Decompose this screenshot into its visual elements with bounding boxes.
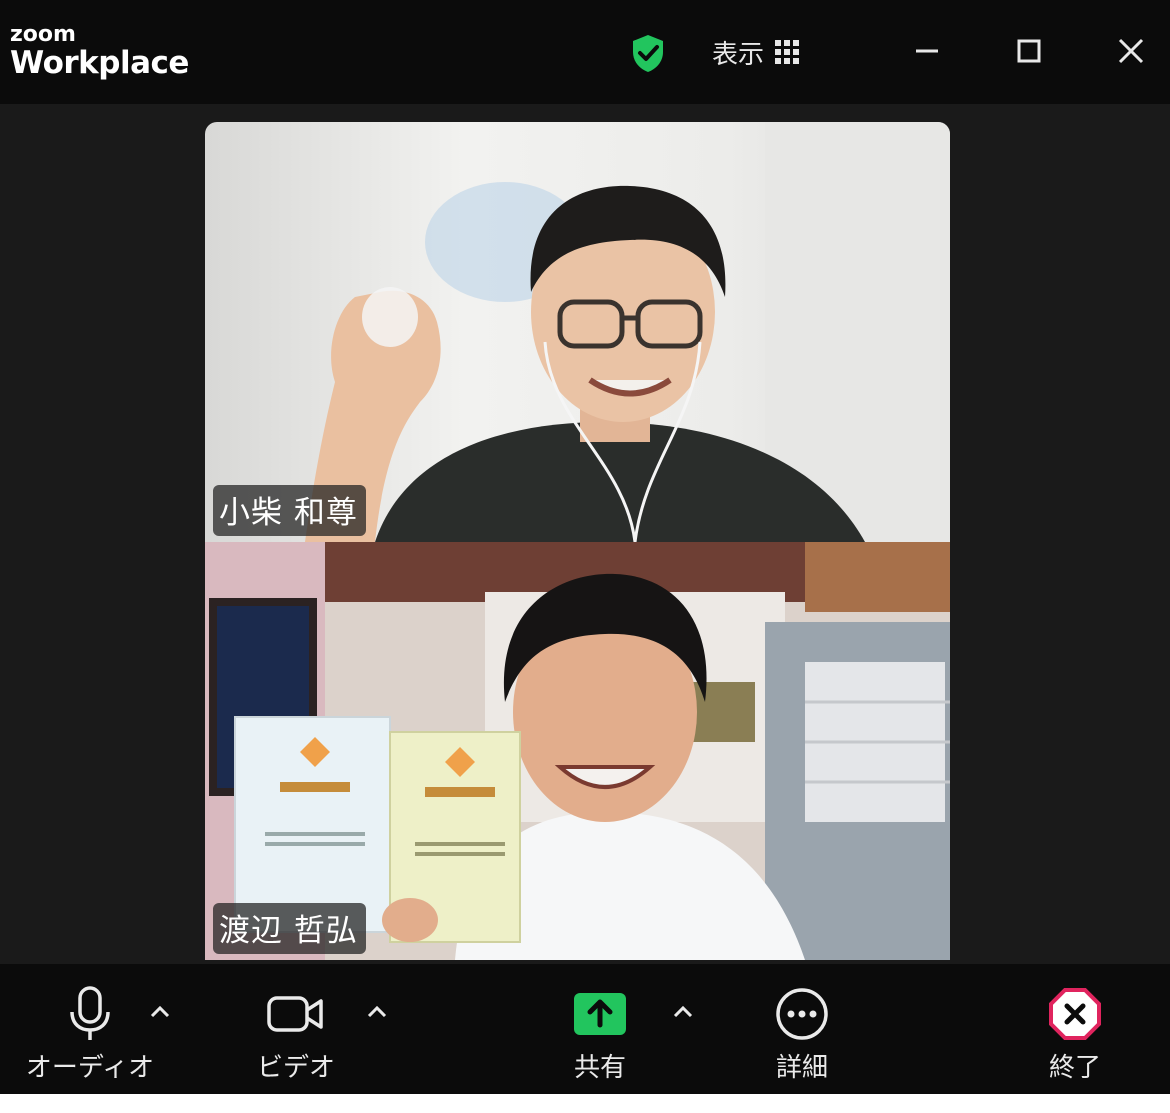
video-camera-icon xyxy=(267,995,323,1032)
share-screen-icon xyxy=(574,992,626,1035)
logo-workplace-text: Workplace xyxy=(10,45,189,81)
participant-video-feed xyxy=(205,122,950,542)
view-button-label: 表示 xyxy=(712,39,765,70)
participant-name-label: 小柴 和尊 xyxy=(213,485,366,536)
view-button[interactable]: 表示 xyxy=(700,28,830,76)
video-button[interactable]: ビデオ xyxy=(236,984,356,1084)
share-options-chevron-up-icon[interactable] xyxy=(671,1002,695,1022)
end-meeting-button-label: 終了 xyxy=(1048,1053,1101,1083)
video-options-chevron-up-icon[interactable] xyxy=(365,1002,389,1022)
video-button-label: ビデオ xyxy=(256,1053,335,1083)
bottom-border xyxy=(0,1094,1170,1113)
title-bar: zoom Workplace 表示 xyxy=(0,0,1170,104)
microphone-icon xyxy=(70,985,110,1040)
participant-video-tile[interactable]: 渡辺 哲弘 xyxy=(205,542,950,960)
minimize-icon xyxy=(916,49,938,53)
share-screen-button-label: 共有 xyxy=(573,1053,626,1083)
grid-icon xyxy=(775,40,800,64)
maximize-icon xyxy=(1017,39,1041,63)
close-icon xyxy=(1118,38,1144,64)
close-window-button[interactable] xyxy=(1106,26,1156,76)
share-screen-button[interactable]: 共有 xyxy=(540,984,660,1084)
end-meeting-icon xyxy=(1049,987,1101,1040)
video-stage: 小柴 和尊 渡辺 哲弘 xyxy=(0,104,1170,964)
audio-options-chevron-up-icon[interactable] xyxy=(148,1002,172,1022)
minimize-button[interactable] xyxy=(902,26,952,76)
participant-video-tile[interactable]: 小柴 和尊 xyxy=(205,122,950,542)
meeting-toolbar: オーディオ ビデオ 共有 詳細 終了 xyxy=(0,964,1170,1094)
participant-video-feed xyxy=(205,542,950,960)
audio-button-label: オーディオ xyxy=(25,1053,155,1083)
more-button[interactable]: 詳細 xyxy=(742,984,862,1084)
maximize-button[interactable] xyxy=(1004,26,1054,76)
end-meeting-button[interactable]: 終了 xyxy=(1015,984,1135,1084)
participant-name-label: 渡辺 哲弘 xyxy=(213,903,366,954)
more-button-label: 詳細 xyxy=(775,1053,828,1083)
logo-zoom-text: zoom xyxy=(10,22,76,47)
more-options-icon xyxy=(776,987,828,1040)
zoom-workplace-logo: zoom Workplace xyxy=(10,24,189,79)
audio-button[interactable]: オーディオ xyxy=(26,984,154,1084)
security-shield-icon[interactable] xyxy=(627,32,669,74)
